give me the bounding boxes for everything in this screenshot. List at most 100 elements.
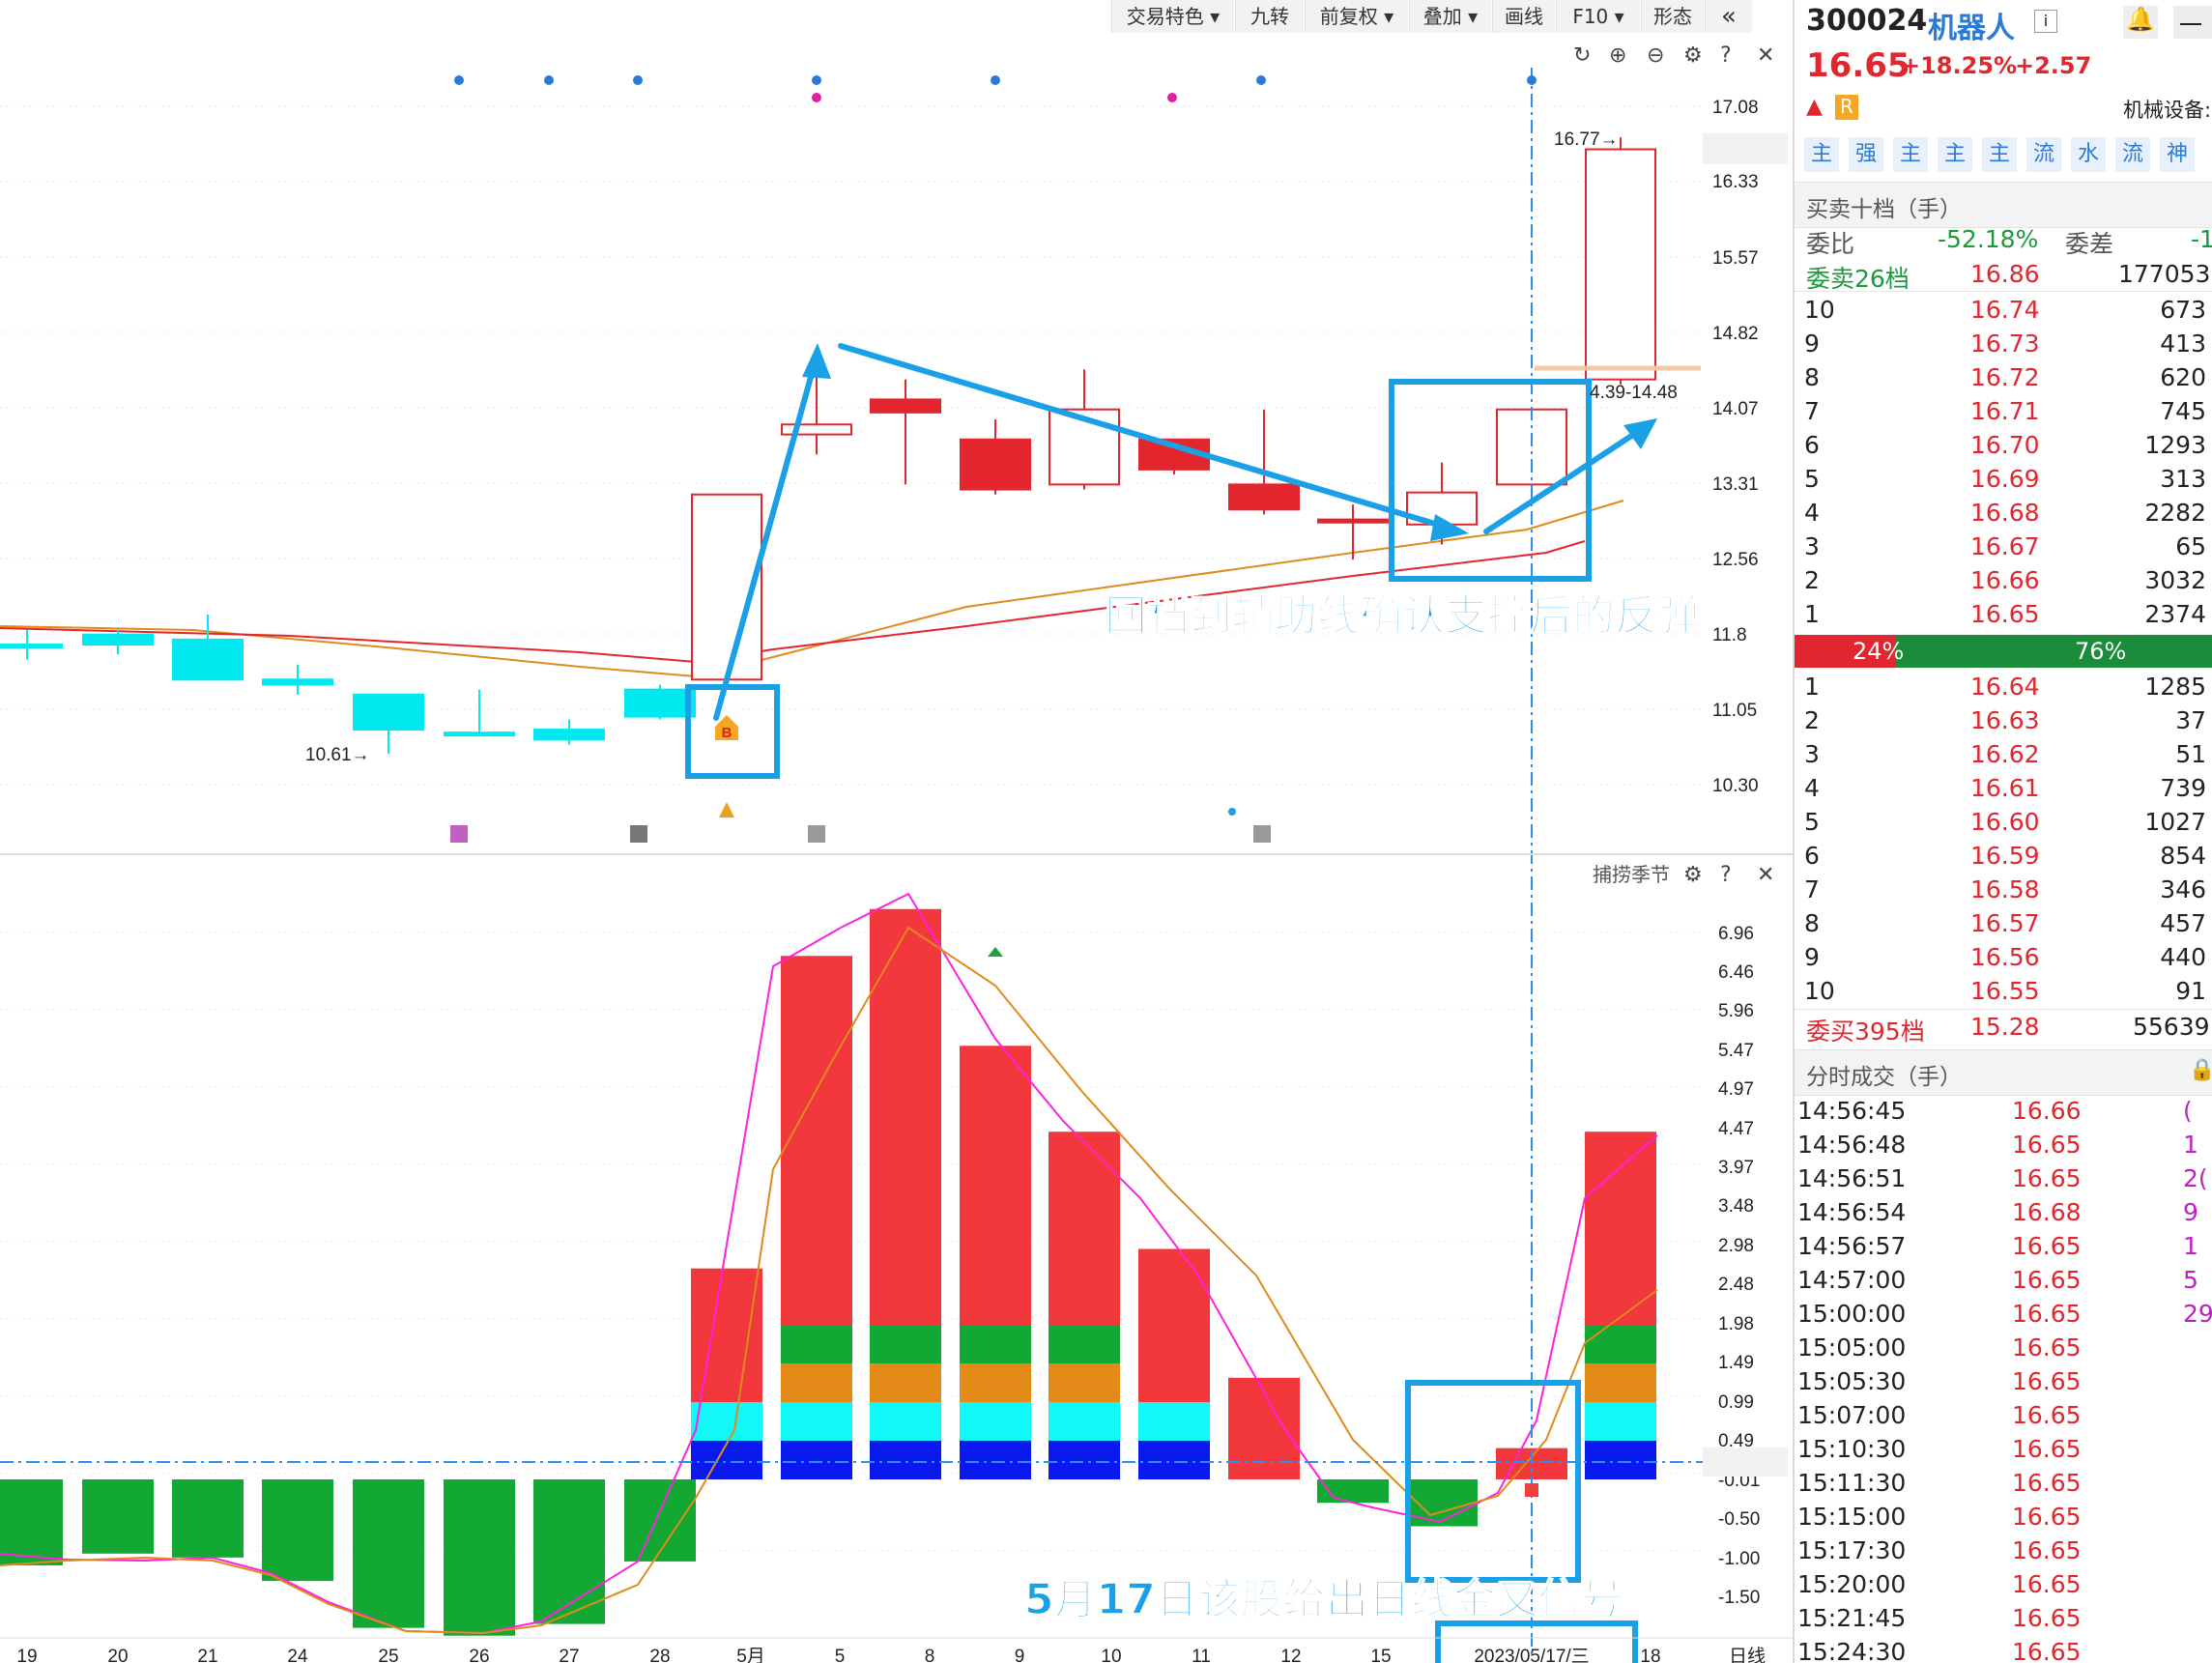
tag-button[interactable]: 主 [1982, 137, 2017, 172]
candle[interactable] [172, 614, 244, 681]
indicator-bar[interactable] [1138, 1248, 1210, 1479]
bids-row[interactable]: 2 16.63 37 [1795, 703, 2212, 737]
date-tick: 15 [1370, 1647, 1391, 1663]
indicator-bar[interactable] [781, 956, 852, 1479]
asks-row[interactable]: 6 16.70 1293 [1795, 428, 2212, 462]
candle[interactable] [1049, 369, 1120, 490]
candle[interactable] [82, 629, 154, 655]
asks-row[interactable]: 8 16.72 620 [1795, 360, 2212, 394]
candle[interactable] [870, 379, 941, 485]
kline-chart[interactable]: 17.0816.6516.3315.5714.8214.0713.3112.56… [0, 0, 1793, 1663]
tag-button[interactable]: 主 [1893, 137, 1928, 172]
asks-row[interactable]: 7 16.71 745 [1795, 394, 2212, 428]
bids-row[interactable]: 5 16.60 1027 [1795, 805, 2212, 839]
candle[interactable] [1585, 137, 1656, 385]
asks-price: 16.71 [1970, 397, 2040, 425]
date-tick: 5月 [736, 1647, 765, 1663]
info-icon[interactable]: i [2034, 10, 2057, 33]
bids-row[interactable]: 7 16.58 346 [1795, 873, 2212, 906]
buy-ratio: 24% [1853, 638, 1905, 665]
asks-price: 16.68 [1970, 499, 2040, 527]
indicator-bar[interactable] [444, 1479, 515, 1636]
indicator-tick: 1.98 [1718, 1314, 1754, 1334]
lock-icon[interactable]: 🔒 [2189, 1058, 2212, 1082]
bids-row[interactable]: 1 16.64 1285 [1795, 670, 2212, 703]
candle[interactable] [1317, 504, 1389, 560]
indicator-bar[interactable] [870, 908, 941, 1479]
bids-volume: 440 [2160, 943, 2206, 971]
bids-row[interactable]: 8 16.57 457 [1795, 906, 2212, 940]
buy-sell-ratio-bar: 24% 76% [1795, 635, 2212, 668]
trade-row: 15:20:00 16.65 [1797, 1570, 2082, 1598]
header-button[interactable]: 一 目 [2173, 6, 2212, 39]
indicator-bar[interactable] [353, 1479, 424, 1628]
indicator-bar[interactable] [262, 1479, 333, 1582]
indicator-tick: 6.46 [1718, 962, 1754, 983]
bids-volume: 1027 [2144, 808, 2206, 836]
indicator-bar[interactable] [960, 1046, 1031, 1479]
bids-price: 16.59 [1970, 842, 2040, 870]
date-tick: 5 [835, 1647, 846, 1663]
price-tick: 13.31 [1712, 474, 1759, 495]
bids-level: 9 [1804, 943, 1820, 971]
tag-button[interactable]: 流 [2115, 137, 2150, 172]
price-tick: 17.08 [1712, 98, 1759, 118]
bids-row[interactable]: 4 16.61 739 [1795, 771, 2212, 805]
asks-row[interactable]: 5 16.69 313 [1795, 462, 2212, 496]
indicator-tick: 4.97 [1718, 1079, 1754, 1100]
candle[interactable] [960, 419, 1031, 495]
sector-label[interactable]: 机械设备: [2123, 95, 2211, 124]
indicator-tick: 5.47 [1718, 1041, 1754, 1061]
asks-row[interactable]: 10 16.74 673 [1795, 293, 2212, 327]
indicator-bar[interactable] [0, 1479, 63, 1565]
bids-row[interactable]: 6 16.59 854 [1795, 839, 2212, 873]
warning-icon[interactable]: ▲ [1806, 95, 1829, 119]
bids-row[interactable]: 3 16.62 51 [1795, 737, 2212, 771]
asks-row[interactable]: 1 16.65 2374 [1795, 597, 2212, 631]
asks-level: 1 [1804, 600, 1820, 628]
asks-row[interactable]: 2 16.66 3032 [1795, 563, 2212, 597]
asks-level: 7 [1804, 397, 1820, 425]
bids-level: 2 [1804, 706, 1820, 734]
bids-volume: 457 [2160, 909, 2206, 937]
indicator-tick: -1.00 [1718, 1549, 1760, 1569]
candle[interactable] [624, 684, 696, 720]
bids-row[interactable]: 10 16.55 91 [1795, 974, 2212, 1008]
trade-row: 15:15:00 16.65 [1797, 1503, 2082, 1531]
bids-row[interactable]: 9 16.56 440 [1795, 940, 2212, 974]
risk-badge[interactable]: R [1835, 95, 1858, 120]
bell-icon[interactable]: 🔔 [2123, 6, 2158, 39]
asks-volume: 65 [2175, 532, 2206, 560]
low-price-label: 10.61→ [305, 745, 370, 765]
trade-row: 15:21:45 16.65 [1797, 1604, 2082, 1632]
candle[interactable] [1228, 409, 1300, 515]
tag-button[interactable]: 主 [1804, 137, 1839, 172]
candle[interactable] [1496, 407, 1567, 495]
trade-row: 15:07:00 16.65 [1797, 1401, 2082, 1429]
indicator-bar[interactable] [172, 1479, 244, 1558]
tag-button[interactable]: 强 [1849, 137, 1883, 172]
indicator-bar[interactable] [624, 1479, 696, 1562]
asks-row[interactable]: 9 16.73 413 [1795, 327, 2212, 360]
indicator-bar[interactable] [82, 1479, 154, 1554]
indicator-tick: 1.49 [1718, 1353, 1754, 1373]
stock-name[interactable]: 机器人 [1928, 4, 2015, 46]
tag-button[interactable]: 主 [1938, 137, 1972, 172]
candle[interactable] [533, 719, 605, 745]
bids-price: 16.60 [1970, 808, 2040, 836]
indicator-bar[interactable] [691, 1268, 762, 1479]
svg-text:⊕: ⊕ [1609, 43, 1626, 68]
date-tick: 26 [469, 1647, 489, 1663]
indicator-tick: 5.96 [1718, 1001, 1754, 1021]
tag-button[interactable]: 神 [2160, 137, 2195, 172]
indicator-bar[interactable] [1585, 1132, 1656, 1479]
indicator-bar[interactable] [1049, 1132, 1120, 1479]
asks-row[interactable]: 3 16.67 65 [1795, 530, 2212, 563]
candle[interactable] [444, 689, 515, 737]
tag-button[interactable]: 流 [2026, 137, 2061, 172]
trade-row: 15:10:30 16.65 [1797, 1435, 2082, 1463]
candle[interactable] [262, 664, 333, 695]
asks-row[interactable]: 4 16.68 2282 [1795, 496, 2212, 530]
indicator-tick: 3.97 [1718, 1158, 1754, 1178]
tag-button[interactable]: 水 [2071, 137, 2106, 172]
